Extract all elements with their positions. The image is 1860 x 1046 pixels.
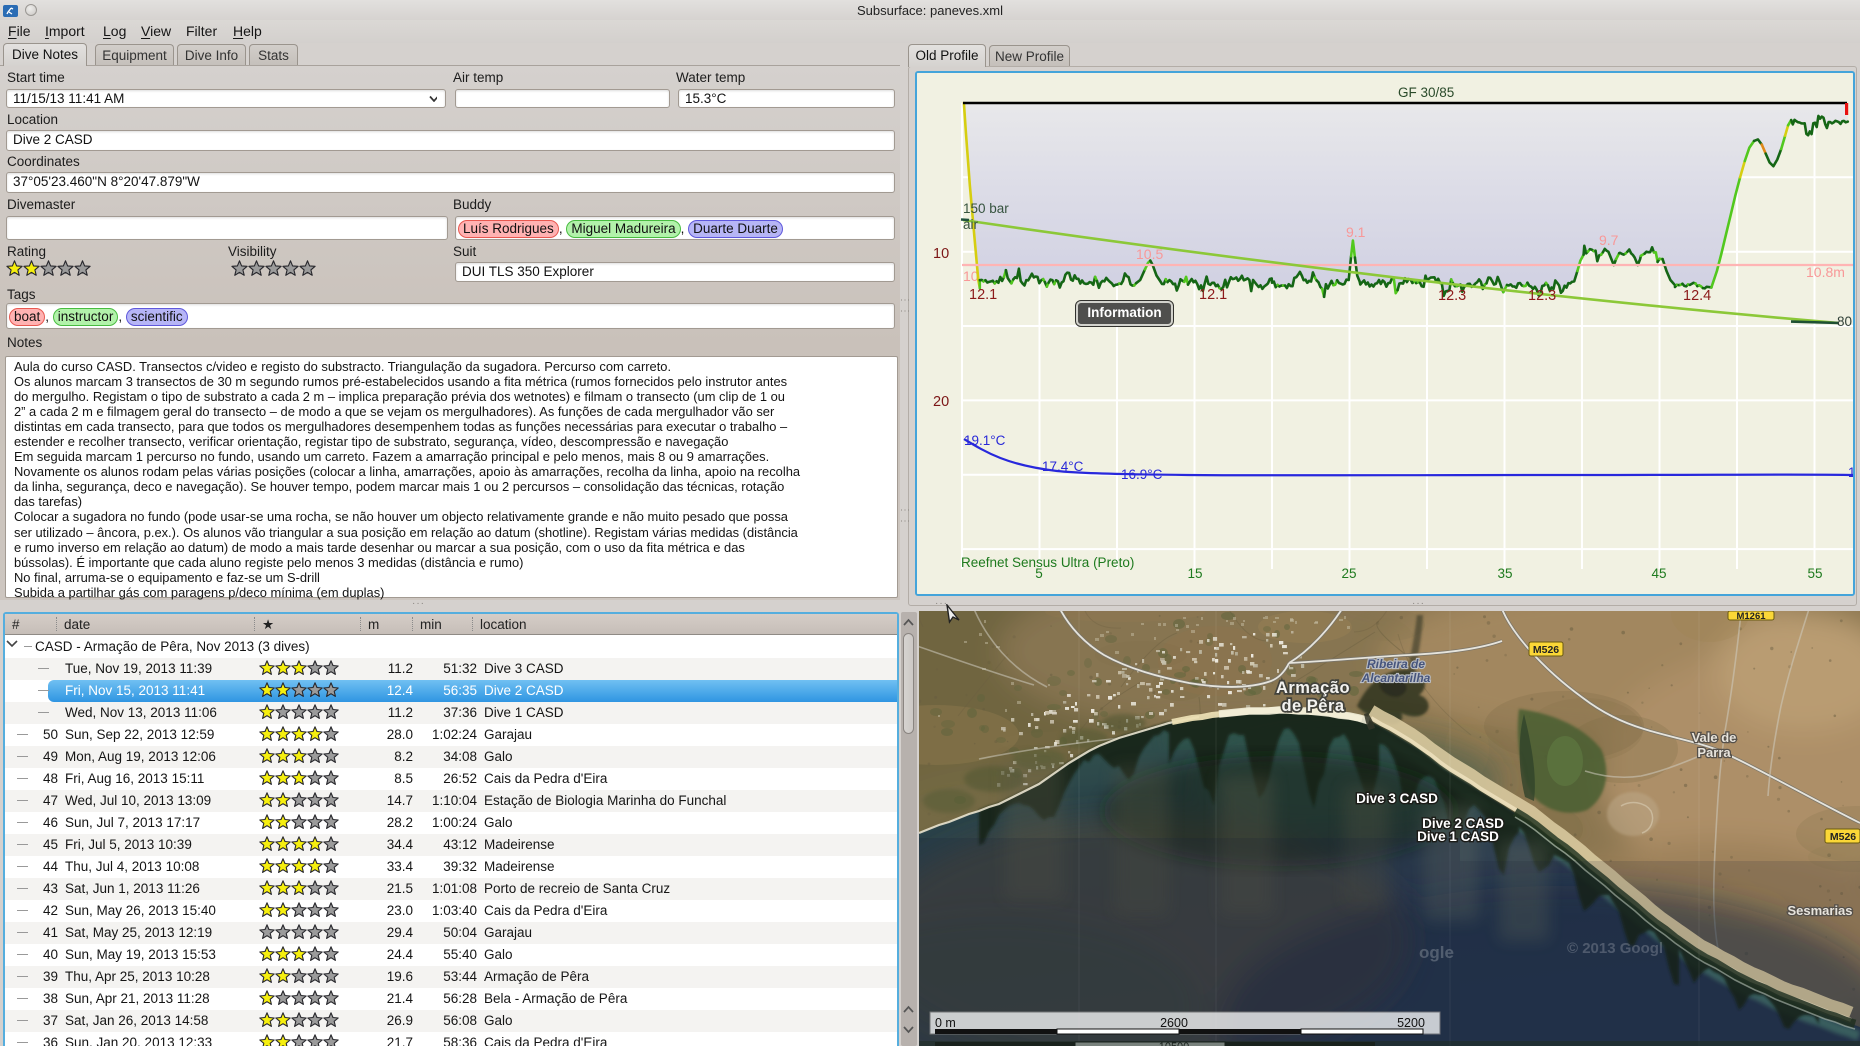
svg-text:9.7: 9.7 bbox=[1599, 232, 1619, 248]
svg-text:M526: M526 bbox=[1533, 644, 1559, 656]
svg-text:GF 30/85: GF 30/85 bbox=[1398, 85, 1454, 100]
svg-text:9.1: 9.1 bbox=[1346, 224, 1366, 240]
svg-text:12.1: 12.1 bbox=[969, 287, 997, 303]
svg-text:5200: 5200 bbox=[1397, 1016, 1425, 1030]
svg-text:M1261: M1261 bbox=[1736, 611, 1766, 622]
svg-text:45: 45 bbox=[1651, 566, 1666, 581]
svg-text:15: 15 bbox=[1187, 566, 1202, 581]
svg-text:air: air bbox=[963, 217, 979, 232]
svg-text:20: 20 bbox=[933, 394, 949, 410]
svg-text:Parra: Parra bbox=[1697, 745, 1731, 760]
svg-text:10.8m: 10.8m bbox=[1806, 264, 1845, 280]
svg-text:Reefnet Sensus Ultra (Preto): Reefnet Sensus Ultra (Preto) bbox=[961, 555, 1134, 570]
svg-text:2600: 2600 bbox=[1160, 1016, 1188, 1030]
svg-text:55: 55 bbox=[1807, 566, 1822, 581]
svg-text:80: 80 bbox=[1837, 314, 1852, 329]
svg-text:Dive 3 CASD: Dive 3 CASD bbox=[1356, 791, 1438, 806]
svg-text:© 2013 Googl: © 2013 Googl bbox=[1567, 940, 1663, 957]
svg-text:35: 35 bbox=[1497, 566, 1512, 581]
svg-text:19.1°C: 19.1°C bbox=[964, 433, 1006, 448]
svg-text:0 m: 0 m bbox=[935, 1016, 956, 1030]
svg-text:Ribeira de: Ribeira de bbox=[1367, 657, 1425, 671]
svg-text:10.5: 10.5 bbox=[1136, 246, 1163, 262]
svg-text:10: 10 bbox=[933, 246, 949, 262]
svg-text:M526: M526 bbox=[1830, 831, 1856, 843]
svg-text:Vale de: Vale de bbox=[1692, 730, 1737, 745]
svg-text:12.4: 12.4 bbox=[1683, 288, 1711, 304]
svg-text:12.3: 12.3 bbox=[1528, 288, 1556, 304]
svg-text:25: 25 bbox=[1341, 566, 1356, 581]
svg-text:12.3: 12.3 bbox=[1438, 288, 1466, 304]
svg-text:ogle: ogle bbox=[1419, 943, 1454, 962]
svg-text:17.4°C: 17.4°C bbox=[1042, 459, 1084, 474]
svg-text:Sesmarias: Sesmarias bbox=[1787, 903, 1852, 918]
svg-text:de Pêra: de Pêra bbox=[1281, 697, 1344, 715]
svg-text:Dive 1 CASD: Dive 1 CASD bbox=[1417, 829, 1499, 844]
svg-text:12.1: 12.1 bbox=[1199, 287, 1227, 303]
svg-text:Alcantarilha: Alcantarilha bbox=[1361, 671, 1431, 685]
svg-text:150 bar: 150 bar bbox=[963, 201, 1009, 216]
svg-text:16: 16 bbox=[1848, 465, 1853, 480]
svg-text:Armação: Armação bbox=[1276, 679, 1350, 697]
svg-text:16.9°C: 16.9°C bbox=[1121, 467, 1163, 482]
